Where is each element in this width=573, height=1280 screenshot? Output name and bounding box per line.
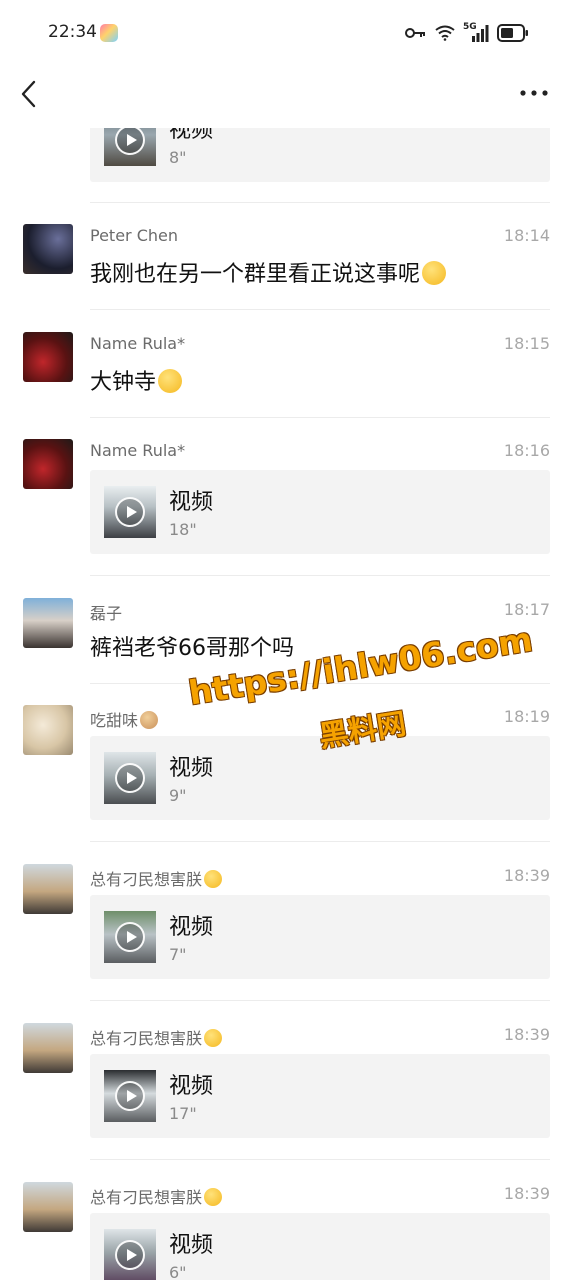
sender-name: Name Rula* (90, 441, 186, 460)
message-time: 18:17 (503, 600, 550, 619)
avatar[interactable] (23, 598, 73, 648)
divider (90, 683, 550, 684)
video-thumbnail (104, 486, 156, 538)
nav-bar (0, 66, 573, 128)
sender-name: Name Rula* (90, 334, 186, 353)
play-icon (115, 1240, 145, 1270)
avatar[interactable] (23, 224, 73, 274)
back-button[interactable] (14, 78, 46, 110)
signal-icon (472, 25, 489, 42)
video-card[interactable]: 视频 17" (90, 1054, 550, 1138)
video-card[interactable]: 视频 18" (90, 470, 550, 554)
app-notification-icon (100, 24, 118, 42)
sender-name: 总有刁民想害朕 (90, 1025, 223, 1049)
sender-name: 磊子 (90, 604, 123, 623)
message-text-content: 我刚也在另一个群里看正说这事呢 (90, 262, 421, 287)
message-time: 18:14 (503, 226, 550, 245)
monkey-emoji-icon (140, 711, 159, 729)
status-icons: 5G (405, 22, 529, 44)
message-time: 18:39 (503, 1025, 550, 1044)
video-duration: 17" (169, 1104, 197, 1123)
battery-icon (497, 24, 528, 42)
play-icon (115, 763, 145, 793)
smirk-emoji-icon (204, 870, 223, 888)
wifi-icon (435, 25, 455, 41)
avatar[interactable] (23, 864, 73, 914)
message-item: 视频 8" (0, 128, 573, 203)
message-text[interactable]: 大钟寺 (90, 364, 183, 396)
play-icon (115, 922, 145, 952)
divider (90, 1159, 550, 1160)
video-title: 视频 (169, 915, 214, 940)
sender-name: 总有刁民想害朕 (90, 1184, 223, 1208)
status-bar: 22:34 5G (0, 0, 573, 66)
status-time: 22:34 (48, 22, 97, 42)
sender-name-text: 总有刁民想害朕 (90, 1029, 203, 1048)
message-time: 18:16 (503, 441, 550, 460)
message-time: 18:19 (503, 707, 550, 726)
video-title: 视频 (169, 1233, 214, 1258)
divider (90, 309, 550, 310)
message-time: 18:39 (503, 1184, 550, 1203)
video-title: 视频 (169, 490, 214, 515)
video-card[interactable]: 视频 8" (90, 128, 550, 182)
sad-emoji-icon (158, 369, 183, 393)
divider (90, 202, 550, 203)
video-card[interactable]: 视频 7" (90, 895, 550, 979)
video-card[interactable]: 视频 6" (90, 1213, 550, 1280)
video-thumbnail (104, 1070, 156, 1122)
more-options-button[interactable] (519, 86, 549, 100)
avatar[interactable] (23, 1182, 73, 1232)
avatar[interactable] (23, 705, 73, 755)
video-duration: 6" (169, 1263, 187, 1280)
video-title: 视频 (169, 1074, 214, 1099)
play-icon (115, 128, 145, 155)
video-thumbnail (104, 752, 156, 804)
message-time: 18:39 (503, 866, 550, 885)
avatar[interactable] (23, 332, 73, 382)
message-text-content: 大钟寺 (90, 370, 157, 395)
message-text[interactable]: 我刚也在另一个群里看正说这事呢 (90, 256, 447, 288)
video-duration: 7" (169, 945, 187, 964)
sender-name: Peter Chen (90, 226, 178, 245)
avatar[interactable] (23, 1023, 73, 1073)
smirk-emoji-icon (204, 1188, 223, 1206)
sender-name: 吃甜味 (90, 707, 159, 731)
sender-name-text: 吃甜味 (90, 711, 139, 730)
divider (90, 1000, 550, 1001)
video-duration: 9" (169, 786, 187, 805)
cellular-signal: 5G (463, 22, 489, 42)
divider (90, 417, 550, 418)
divider (90, 575, 550, 576)
video-thumbnail (104, 1229, 156, 1280)
video-thumbnail (104, 911, 156, 963)
video-duration: 8" (169, 148, 187, 167)
message-text[interactable]: 裤裆老爷66哥那个吗 (90, 630, 294, 662)
smirk-emoji-icon (204, 1029, 223, 1047)
sender-name: 总有刁民想害朕 (90, 866, 223, 890)
video-card[interactable]: 视频 9" (90, 736, 550, 820)
laughing-tears-emoji-icon (422, 261, 447, 285)
video-duration: 18" (169, 520, 197, 539)
video-title: 视频 (169, 756, 214, 781)
play-icon (115, 497, 145, 527)
play-icon (115, 1081, 145, 1111)
video-thumbnail (104, 128, 156, 166)
avatar[interactable] (23, 439, 73, 489)
message-time: 18:15 (503, 334, 550, 353)
divider (90, 841, 550, 842)
key-icon (405, 28, 425, 38)
sender-name-text: 总有刁民想害朕 (90, 1188, 203, 1207)
sender-name-text: 总有刁民想害朕 (90, 870, 203, 889)
video-title: 视频 (169, 128, 214, 143)
chat-message-list[interactable]: 视频 8" Peter Chen 18:14 我刚也在另一个群里看正说这事呢 N… (0, 128, 573, 1280)
